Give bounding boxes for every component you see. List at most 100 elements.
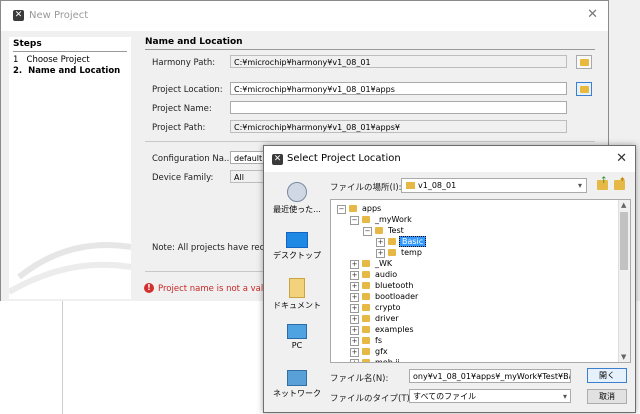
expand-icon[interactable]: + (350, 271, 359, 280)
filetype-select[interactable]: すべてのファイル ▾ (409, 389, 571, 403)
collapse-icon[interactable]: − (363, 227, 372, 236)
filetype-value: すべてのファイル (413, 392, 477, 401)
expand-icon[interactable]: + (350, 337, 359, 346)
new-project-titlebar: ✕ New Project ✕ (1, 1, 608, 31)
folder-icon (406, 182, 415, 189)
dialog-title: Select Project Location (287, 153, 401, 164)
harmony-path-label: Harmony Path: (152, 58, 216, 68)
folder-icon (362, 348, 370, 355)
chevron-down-icon: ▾ (562, 392, 567, 401)
folder-icon (362, 359, 370, 362)
project-name-label: Project Name: (152, 104, 212, 114)
project-path-field[interactable]: C:¥microchip¥harmony¥v1_08_01¥apps¥ (230, 120, 567, 133)
up-folder-icon[interactable]: ↑ (597, 176, 608, 190)
steps-title: Steps (13, 39, 42, 49)
scroll-thumb[interactable] (620, 212, 628, 270)
tree-item-label: gfx (375, 347, 388, 356)
collapse-icon[interactable]: − (337, 205, 346, 214)
error-text: Project name is not a valid (158, 284, 271, 294)
expand-icon[interactable]: + (350, 326, 359, 335)
pc-icon (287, 324, 307, 339)
filename-label: ファイル名(N): (330, 374, 389, 384)
chevron-down-icon: ▾ (577, 181, 582, 190)
expand-icon[interactable]: + (376, 249, 385, 258)
tree-item-label: driver (375, 314, 399, 323)
tree-item-label: crypto (375, 303, 401, 312)
expand-icon[interactable]: + (350, 359, 359, 362)
expand-icon[interactable]: + (350, 348, 359, 357)
folder-icon (362, 216, 370, 223)
scroll-down-icon[interactable]: ▼ (621, 353, 626, 361)
desktop-icon (286, 232, 308, 248)
project-location-label: Project Location: (152, 85, 223, 95)
look-in-value: v1_08_01 (418, 181, 457, 190)
error-icon: ! (144, 283, 154, 293)
close-icon[interactable]: ✕ (587, 7, 598, 22)
folder-icon (362, 337, 370, 344)
expand-icon[interactable]: + (350, 282, 359, 291)
project-location-field[interactable]: C:¥microchip¥harmony¥v1_08_01¥apps (230, 82, 567, 95)
project-name-field[interactable] (230, 101, 567, 114)
expand-icon[interactable]: + (350, 315, 359, 324)
project-path-label: Project Path: (152, 123, 206, 133)
steps-panel: Steps 1 Choose Project 2. Name and Locat… (9, 37, 131, 299)
folder-icon (388, 238, 396, 245)
new-folder-icon[interactable]: ✦ (614, 175, 626, 190)
config-name-label: Configuration Na... (152, 154, 233, 164)
harmony-browse-button[interactable] (576, 55, 592, 69)
expand-icon[interactable]: + (376, 238, 385, 247)
tree-item-label: bootloader (375, 292, 419, 301)
tree-item-label: temp (401, 248, 422, 257)
place-pc[interactable]: PC (266, 324, 328, 350)
folder-tree[interactable]: − apps − _myWork − Test + Basic + temp + _WK + audio +… (330, 199, 631, 363)
filename-input[interactable]: ony¥v1_08_01¥apps¥_myWork¥Test¥Basic (409, 369, 571, 383)
places-bar: 最近使った... デスクトップ ドキュメント PC ネットワーク (266, 174, 328, 409)
select-location-dialog: ✕ Select Project Location ✕ ファイルの場所(I): … (263, 145, 636, 413)
tree-item-label: _WK (375, 259, 393, 268)
expand-icon[interactable]: + (350, 260, 359, 269)
step-1: 1 Choose Project (13, 55, 90, 65)
place-desktop[interactable]: デスクトップ (266, 232, 328, 261)
recent-icon (287, 182, 307, 202)
place-network[interactable]: ネットワーク (266, 370, 328, 399)
tree-item-label: examples (375, 325, 414, 334)
folder-icon (362, 260, 370, 267)
look-in-select[interactable]: v1_08_01 ▾ (401, 178, 587, 193)
folder-icon (362, 282, 370, 289)
open-button[interactable]: 開く (587, 368, 627, 383)
folder-icon (362, 271, 370, 278)
folder-icon (375, 227, 383, 234)
tree-item-label: meb ii (375, 358, 400, 363)
wizard-decoration (9, 242, 131, 295)
look-in-label: ファイルの場所(I): (330, 183, 402, 193)
location-browse-button[interactable] (576, 82, 592, 96)
tree-scrollbar[interactable]: ▲ ▼ (618, 200, 630, 362)
network-icon (287, 370, 307, 386)
tree-item-label: Test (388, 226, 404, 235)
tree-item-label: audio (375, 270, 398, 279)
tree-item-label: fs (375, 336, 382, 345)
folder-icon (362, 304, 370, 311)
folder-icon (362, 315, 370, 322)
folder-icon (362, 326, 370, 333)
place-recent[interactable]: 最近使った... (266, 182, 328, 215)
expand-icon[interactable]: + (350, 293, 359, 302)
tree-item-label: Basic (399, 236, 427, 247)
collapse-icon[interactable]: − (350, 216, 359, 225)
place-documents[interactable]: ドキュメント (266, 278, 328, 311)
expand-icon[interactable]: + (350, 304, 359, 313)
app-logo-icon: ✕ (13, 10, 24, 21)
folder-icon (362, 293, 370, 300)
folder-icon (580, 86, 589, 93)
new-project-title: New Project (29, 10, 89, 21)
harmony-path-field[interactable]: C:¥microchip¥harmony¥v1_08_01 (230, 55, 567, 68)
dialog-close-icon[interactable]: ✕ (616, 151, 627, 166)
scroll-up-icon[interactable]: ▲ (621, 201, 626, 209)
app-logo-icon: ✕ (272, 154, 283, 165)
tree-item-label: apps (362, 204, 382, 213)
cancel-button[interactable]: 取消 (587, 389, 627, 404)
step-2: 2. Name and Location (13, 66, 121, 76)
tree-item-label: _myWork (375, 215, 412, 224)
documents-icon (289, 278, 305, 298)
folder-icon (580, 59, 589, 66)
